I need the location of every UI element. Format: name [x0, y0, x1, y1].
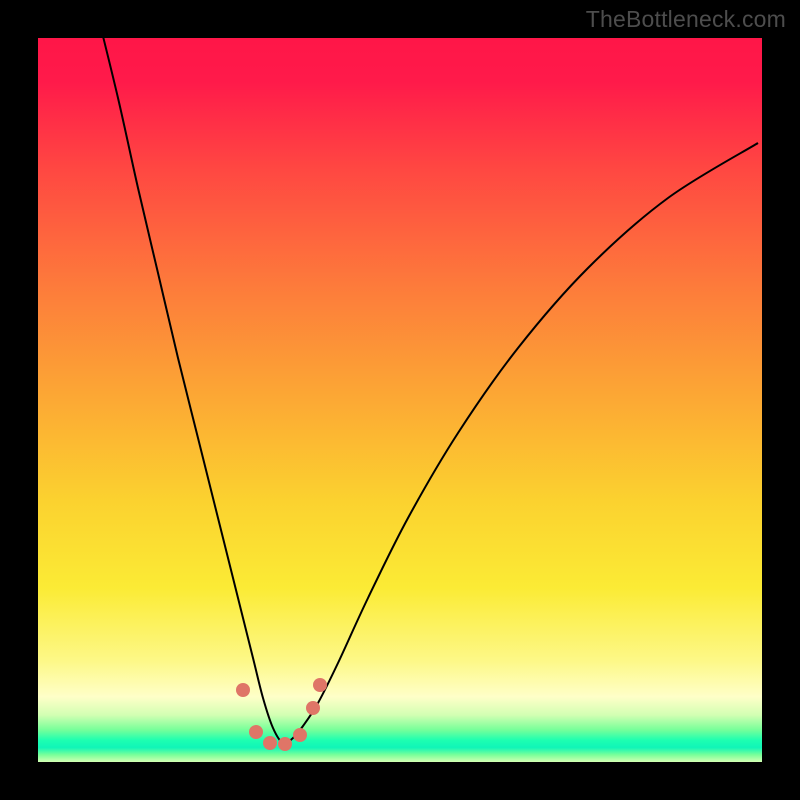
watermark-text: TheBottleneck.com	[586, 6, 786, 33]
trough-marker-dot	[249, 725, 263, 739]
trough-marker-dot	[263, 736, 277, 750]
trough-markers	[236, 678, 327, 751]
trough-marker-dot	[236, 683, 250, 697]
trough-marker-dot	[278, 737, 292, 751]
trough-marker-dot	[293, 728, 307, 742]
chart-frame: TheBottleneck.com	[0, 0, 800, 800]
curve-layer	[38, 38, 762, 762]
trough-marker-dot	[313, 678, 327, 692]
bottleneck-curve	[96, 8, 758, 743]
trough-marker-dot	[306, 701, 320, 715]
